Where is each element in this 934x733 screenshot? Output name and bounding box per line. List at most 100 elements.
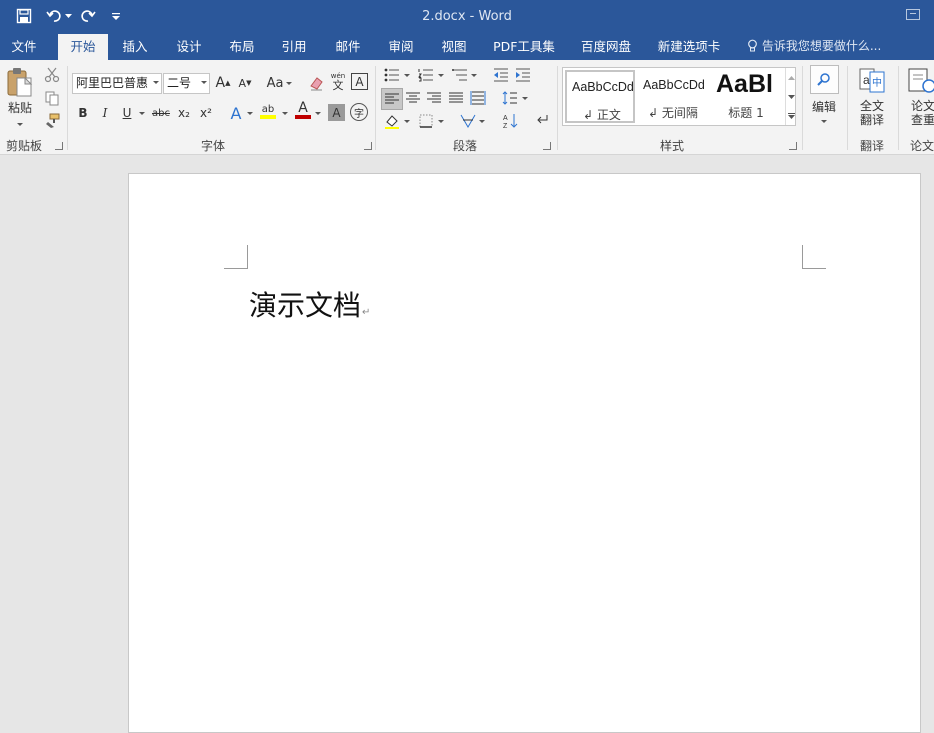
paste-icon [7,68,33,97]
change-case-button[interactable]: Aa [263,73,287,93]
highlight-dropdown-icon[interactable] [281,109,289,117]
highlight-icon[interactable]: ab [258,101,278,121]
gallery-scroll-down-icon[interactable] [785,87,796,106]
editing-button[interactable]: 编辑 [807,65,841,131]
shrink-font-icon[interactable]: A ▼ [235,73,255,93]
styles-dialog-launcher-icon[interactable] [789,142,797,150]
full-text-translate-button[interactable]: a中 全文 翻译 [852,66,892,130]
bullets-icon[interactable] [382,65,402,85]
show-hide-marks-icon[interactable] [532,111,552,131]
text-effects-dropdown-icon[interactable] [246,109,254,117]
tab-design[interactable]: 设计 [167,34,211,60]
style-heading-1[interactable]: AaBl 标题 1 [711,70,781,123]
align-left-button[interactable] [381,88,403,110]
tab-home[interactable]: 开始 [58,34,108,60]
ribbon-display-options-icon[interactable] [906,9,920,20]
sort-icon[interactable]: AZ [500,111,520,131]
thesis-check-line2: 查重 [911,113,934,127]
style-no-spacing-sample: AaBbCcDd [643,78,705,92]
line-spacing-icon[interactable] [500,88,520,108]
numbering-icon[interactable] [416,65,436,85]
tab-mailings[interactable]: 邮件 [326,34,370,60]
subscript-button[interactable]: x₂ [174,103,194,123]
text-effects-icon[interactable]: A [226,103,246,123]
line-spacing-dropdown-icon[interactable] [521,94,529,102]
distributed-icon[interactable] [468,88,488,108]
font-color-icon[interactable]: A [293,100,313,120]
enclose-characters-icon[interactable]: 字 [350,103,368,121]
phonetic-guide-icon[interactable]: wén 文 [328,71,348,91]
character-shading-letter: A [332,105,341,120]
italic-label: I [102,106,108,120]
strikethrough-button[interactable]: abc [150,103,172,123]
tab-pdf-tools[interactable]: PDF工具集 [488,34,560,60]
shading-dropdown-icon[interactable] [403,117,411,125]
style-normal-name: ↲ 正文 [583,108,621,122]
tab-layout[interactable]: 布局 [220,34,264,60]
paragraph-mark: ↵ [362,307,371,318]
increase-indent-icon[interactable] [513,65,533,85]
format-painter-icon[interactable] [42,111,62,131]
paragraph-shading-icon[interactable] [382,111,402,131]
copy-icon[interactable] [42,88,62,108]
decrease-indent-icon[interactable] [491,65,511,85]
italic-button[interactable]: I [95,103,115,123]
justify-button[interactable] [446,88,466,108]
character-shading-icon[interactable]: A [328,104,345,121]
multilevel-list-dropdown-icon[interactable] [470,71,478,79]
character-border-icon[interactable]: A [351,73,368,90]
tell-me-search[interactable]: 告诉我您想要做什么... [747,34,881,60]
bold-button[interactable]: B [73,103,93,123]
underline-button[interactable]: U [117,103,137,123]
editing-dropdown-icon[interactable] [820,117,828,125]
tab-review[interactable]: 审阅 [379,34,423,60]
document-page[interactable]: 演示文档↵ [128,173,921,733]
full-text-translate-line2: 翻译 [859,113,884,127]
align-center-button[interactable] [403,88,423,108]
thesis-check-line1: 论文 [911,99,934,113]
font-name-select[interactable]: 阿里巴巴普惠 [72,73,162,94]
chinese-layout-icon[interactable] [458,111,478,131]
document-text[interactable]: 演示文档↵ [249,284,370,324]
borders-icon[interactable] [416,111,436,131]
cut-icon[interactable] [42,65,62,85]
borders-dropdown-icon[interactable] [437,117,445,125]
numbering-dropdown-icon[interactable] [437,71,445,79]
bullets-dropdown-icon[interactable] [403,71,411,79]
crop-mark-top-right [802,245,826,269]
align-right-button[interactable] [424,88,444,108]
thesis-group-label: 论文 [910,139,934,153]
thesis-check-button[interactable]: 论文 查重 [905,66,934,130]
paste-button[interactable]: 粘贴 [4,66,36,132]
font-dialog-launcher-icon[interactable] [364,142,372,150]
clipboard-group-label: 剪贴板 [5,139,42,153]
subscript-label: x₂ [178,106,190,120]
multilevel-list-icon[interactable] [450,65,470,85]
gallery-scroll-up-icon[interactable] [785,68,796,87]
tab-file[interactable]: 文件 [0,34,48,60]
underline-dropdown-icon[interactable] [138,109,146,117]
superscript-button[interactable]: x² [196,103,216,123]
phonetic-bottom-text: 文 [332,79,344,92]
paste-dropdown-icon[interactable] [16,120,24,128]
paragraph-dialog-launcher-icon[interactable] [543,142,551,150]
tab-new-tab[interactable]: 新建选项卡 [652,34,726,60]
tab-view[interactable]: 视图 [432,34,476,60]
grow-font-icon[interactable]: A ▲ [213,73,233,93]
change-case-dropdown-icon[interactable] [285,79,293,87]
tab-references[interactable]: 引用 [272,34,316,60]
font-color-dropdown-icon[interactable] [314,109,322,117]
superscript-label: x² [200,106,212,120]
underline-label: U [122,106,132,120]
style-normal[interactable]: AaBbCcDd ↲ 正文 [565,70,635,123]
ribbon-home: 粘贴 剪贴板 阿里巴巴普惠 二号 A ▲ A ▼ Aa wén 文 A B I U … [0,60,934,155]
clear-formatting-icon[interactable] [306,73,326,93]
tab-insert[interactable]: 插入 [113,34,157,60]
font-size-select[interactable]: 二号 [163,73,210,94]
bold-label: B [78,106,88,120]
tab-baidu-netdisk[interactable]: 百度网盘 [574,34,638,60]
clipboard-dialog-launcher-icon[interactable] [55,142,63,150]
style-no-spacing[interactable]: AaBbCcDd ↲ 无间隔 [638,70,708,123]
chinese-layout-dropdown-icon[interactable] [478,117,486,125]
gallery-more-icon[interactable] [785,106,796,125]
